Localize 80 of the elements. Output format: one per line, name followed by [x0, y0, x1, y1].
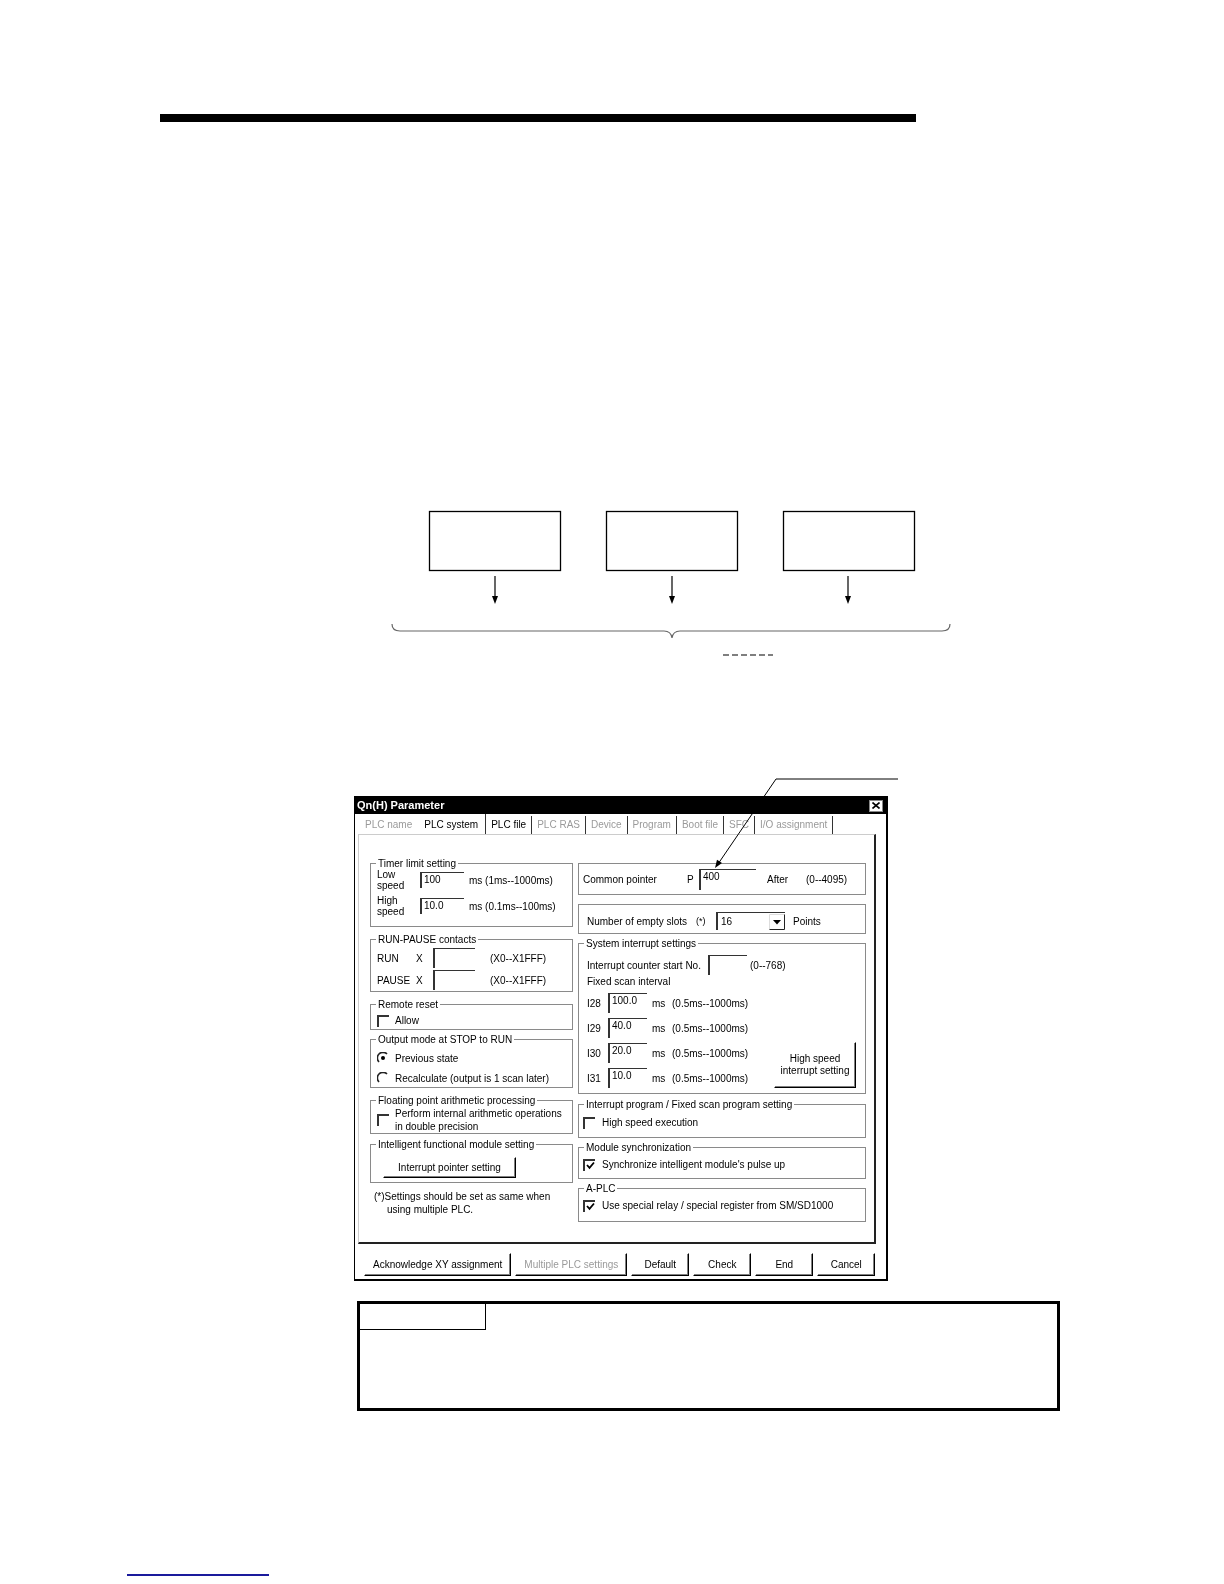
range-text: (0.5ms--1000ms): [672, 997, 749, 1009]
group-title: A-PLC: [584, 1182, 618, 1195]
input-field[interactable]: 40.0: [608, 1018, 647, 1038]
checkbox-label: Perform internal arithmetic operations in double precision: [395, 1107, 563, 1133]
high-speed-interrupt-button[interactable]: High speed interrupt setting: [774, 1042, 856, 1088]
dialog-button[interactable]: End: [755, 1253, 814, 1276]
range-text: (0--768): [750, 959, 786, 971]
input-field[interactable]: 20.0: [608, 1043, 647, 1063]
dialog-button[interactable]: Cancel: [817, 1253, 876, 1276]
unit-label: ms: [652, 1072, 667, 1084]
range-text: ms (0.1ms--100ms): [469, 900, 556, 912]
field-label: High speed: [377, 895, 406, 917]
note-text: (*)Settings should be set as same when using multiple PLC.: [373, 1190, 552, 1216]
down-arrow: [669, 575, 675, 604]
checkbox-label: High speed execution: [602, 1116, 699, 1129]
range-text: ms (1ms--1000ms): [469, 874, 553, 886]
field-label: Interrupt counter start No.: [587, 959, 702, 971]
range-text: (X0--X1FFF): [490, 952, 547, 964]
close-icon: [872, 802, 880, 809]
dialog-button[interactable]: Acknowledge XY assignment: [364, 1253, 512, 1276]
dialog-button[interactable]: Default: [631, 1253, 690, 1276]
prefix-label: X: [416, 952, 424, 964]
field-label: Fixed scan interval: [587, 976, 671, 987]
field-label: PAUSE: [377, 974, 412, 986]
field-label: I28: [587, 997, 602, 1009]
field-label: RUN: [377, 952, 400, 964]
field-label: Number of empty slots: [587, 915, 689, 927]
dropdown[interactable]: 16: [716, 912, 785, 930]
checkbox-label: Allow: [395, 1014, 419, 1027]
checkbox-label: Synchronize intelligent module's pulse up: [602, 1158, 786, 1171]
input-field[interactable]: 100: [420, 872, 464, 888]
radio-label: Recalculate (output is 1 scan later): [395, 1071, 549, 1085]
group-title: Intelligent functional module setting: [376, 1138, 537, 1151]
field-label: Low speed: [377, 869, 406, 891]
group-title: RUN-PAUSE contacts: [376, 933, 479, 946]
group-title: Module synchronization: [584, 1141, 694, 1154]
checkbox[interactable]: [377, 1014, 389, 1027]
range-text: (0--4095): [806, 874, 848, 885]
input-field[interactable]: 100.0: [608, 993, 647, 1013]
close-button[interactable]: [869, 799, 883, 812]
down-arrow: [492, 575, 498, 604]
input-field[interactable]: 400: [699, 869, 756, 890]
group-title: Remote reset: [376, 998, 441, 1011]
checkbox-label: Use special relay / special register from SM/SD1000: [602, 1199, 834, 1212]
unit-label: ms: [652, 997, 667, 1009]
range-text: (X0--X1FFF): [490, 974, 547, 986]
field-label: Common pointer: [583, 874, 658, 885]
unit-label: Points: [793, 915, 821, 927]
suffix-label: After: [767, 874, 790, 885]
group-title: Output mode at STOP to RUN: [376, 1033, 515, 1046]
interrupt-pointer-button[interactable]: Interrupt pointer setting: [383, 1157, 516, 1178]
input-field[interactable]: 10.0: [608, 1068, 647, 1088]
field-label: I31: [587, 1072, 602, 1084]
range-text: (0.5ms--1000ms): [672, 1047, 749, 1059]
input-field[interactable]: [433, 970, 475, 990]
input-field[interactable]: 10.0: [420, 898, 464, 914]
dashed-line: [722, 654, 774, 656]
group-title: System interrupt settings: [584, 937, 699, 950]
prefix-label: P: [687, 874, 695, 885]
input-field[interactable]: [433, 948, 475, 968]
range-text: (0.5ms--1000ms): [672, 1022, 749, 1034]
caret-icon: [769, 913, 785, 930]
group-title: Floating point arithmetic processing: [376, 1094, 538, 1107]
field-label: I29: [587, 1022, 602, 1034]
unit-label: ms: [652, 1022, 667, 1034]
checkbox[interactable]: [583, 1199, 595, 1212]
unit-label: ms: [652, 1047, 667, 1059]
checkbox[interactable]: [583, 1158, 595, 1171]
window-title: Qn(H) Parameter: [357, 798, 445, 813]
down-arrow: [845, 575, 851, 604]
group-title: Timer limit setting: [376, 857, 458, 870]
radio-button[interactable]: [377, 1052, 389, 1064]
note-mark: (*): [696, 916, 707, 926]
prefix-label: X: [416, 974, 424, 986]
group-title: Interrupt program / Fixed scan program setting: [584, 1098, 795, 1111]
dialog-button[interactable]: Check: [693, 1253, 752, 1276]
radio-button[interactable]: [377, 1072, 389, 1084]
range-text: (0.5ms--1000ms): [672, 1072, 749, 1084]
field-label: I30: [587, 1047, 602, 1059]
radio-label: Previous state: [395, 1051, 459, 1065]
